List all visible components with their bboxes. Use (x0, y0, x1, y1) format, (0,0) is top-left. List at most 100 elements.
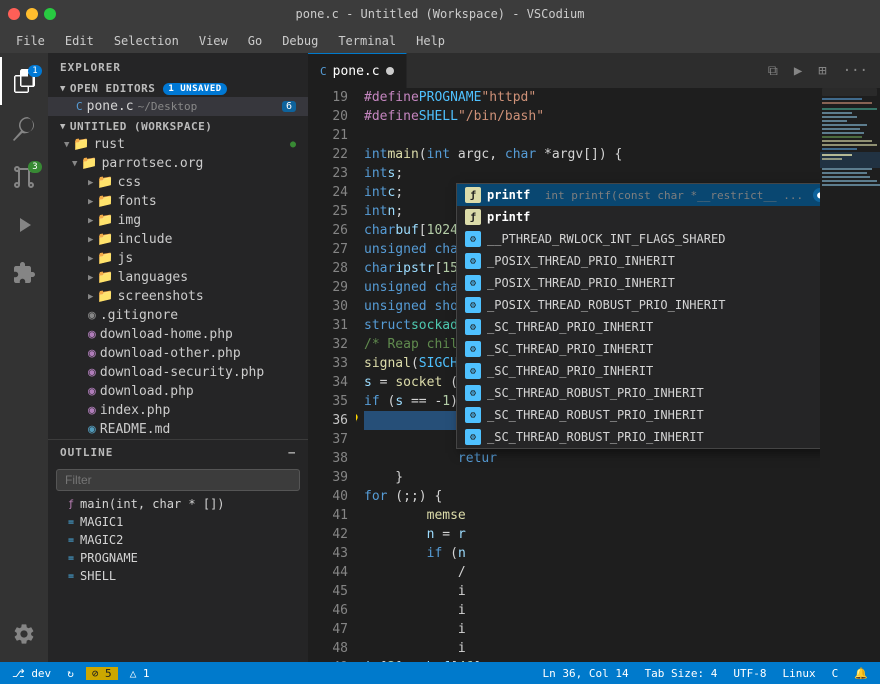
menu-debug[interactable]: Debug (274, 32, 326, 50)
menu-go[interactable]: Go (240, 32, 270, 50)
download-label: download.php (100, 384, 194, 399)
menu-help[interactable]: Help (408, 32, 453, 50)
ac-item-printf[interactable]: ƒ printf (457, 206, 820, 228)
screenshots-label: screenshots (118, 289, 204, 304)
status-notification-icon[interactable]: 🔔 (850, 667, 872, 680)
sidebar-item-parrotsec[interactable]: ▼ 📁 parrotsec.org (48, 154, 308, 173)
code-line-39: } (364, 468, 820, 487)
split-editor-icon[interactable]: ⧉ (764, 61, 782, 81)
tab-unsaved-dot (386, 67, 394, 75)
outline-header[interactable]: OUTLINE — (48, 440, 308, 465)
tab-ponec[interactable]: C pone.c (308, 53, 407, 88)
sidebar-item-languages[interactable]: ▶ 📁 languages (48, 268, 308, 287)
ac-item-posix-robust[interactable]: ⚙ _POSIX_THREAD_ROBUST_PRIO_INHERIT (457, 294, 820, 316)
outline-filter-input[interactable] (56, 469, 300, 491)
maximize-button[interactable] (44, 8, 56, 20)
sidebar-item-include[interactable]: ▶ 📁 include (48, 230, 308, 249)
sidebar-item-js[interactable]: ▶ 📁 js (48, 249, 308, 268)
layout-icon[interactable]: ⊞ (814, 61, 830, 81)
menu-selection[interactable]: Selection (106, 32, 187, 50)
status-language[interactable]: C (828, 667, 843, 680)
sidebar-item-rust[interactable]: ▼ 📁 rust ● (48, 135, 308, 154)
open-editor-file[interactable]: C pone.c ~/Desktop 6 (48, 97, 308, 116)
sidebar-item-img[interactable]: ▶ 📁 img (48, 211, 308, 230)
activity-source-control[interactable]: 3 (0, 153, 48, 201)
code-line-38: retur (364, 449, 820, 468)
ac-item-sc1[interactable]: ⚙ _SC_THREAD_PRIO_INHERIT (457, 316, 820, 338)
menu-file[interactable]: File (8, 32, 53, 50)
run-code-icon[interactable]: ▶ (790, 61, 806, 81)
ac-item-sc3[interactable]: ⚙ _SC_THREAD_PRIO_INHERIT (457, 360, 820, 382)
ln-34: 34 (308, 373, 348, 392)
ac-item-sc-robust3[interactable]: ⚙ _SC_THREAD_ROBUST_PRIO_INHERIT (457, 426, 820, 448)
ac-item-printf-sig[interactable]: ƒ printf int printf(const char *__restri… (457, 184, 820, 206)
outline-item-magic1[interactable]: = MAGIC1 (48, 513, 308, 531)
rust-badge: ● (290, 139, 296, 150)
activity-search[interactable] (0, 105, 48, 153)
outline-item-label: SHELL (80, 569, 116, 583)
ac-item-sc-robust1[interactable]: ⚙ _SC_THREAD_ROBUST_PRIO_INHERIT (457, 382, 820, 404)
sidebar-item-index[interactable]: ◉ index.php (48, 401, 308, 420)
screenshots-arrow: ▶ (88, 292, 93, 302)
activity-explorer[interactable]: 1 (0, 57, 48, 105)
img-folder-icon: 📁 (97, 213, 113, 228)
download-other-icon: ◉ (88, 346, 96, 361)
ac-text-sc3: _SC_THREAD_PRIO_INHERIT (487, 364, 653, 378)
sidebar-item-download-other[interactable]: ◉ download-other.php (48, 344, 308, 363)
minimap[interactable] (820, 88, 880, 662)
download-other-label: download-other.php (100, 346, 241, 361)
ac-item-posix1[interactable]: ⚙ _POSIX_THREAD_PRIO_INHERIT (457, 250, 820, 272)
ac-text-sc-robust1: _SC_THREAD_ROBUST_PRIO_INHERIT (487, 386, 704, 400)
ln-30: 30 (308, 297, 348, 316)
sidebar-item-download-home[interactable]: ◉ download-home.php (48, 325, 308, 344)
open-editors-section[interactable]: ▼ OPEN EDITORS 1 UNSAVED (48, 78, 308, 97)
outline-item-magic2[interactable]: = MAGIC2 (48, 531, 308, 549)
activity-run[interactable] (0, 201, 48, 249)
outline-item-shell[interactable]: = SHELL (48, 567, 308, 585)
sidebar-item-download[interactable]: ◉ download.php (48, 382, 308, 401)
editor-content[interactable]: 19 20 21 22 23 24 25 26 27 28 29 30 31 3… (308, 88, 880, 662)
sidebar-item-download-security[interactable]: ◉ download-security.php (48, 363, 308, 382)
status-tab-size[interactable]: Tab Size: 4 (641, 667, 722, 680)
workspace-section[interactable]: ▼ UNTITLED (WORKSPACE) (48, 116, 308, 135)
sidebar-item-screenshots[interactable]: ▶ 📁 screenshots (48, 287, 308, 306)
sidebar-item-readme[interactable]: ◉ README.md (48, 420, 308, 439)
status-position[interactable]: Ln 36, Col 14 (538, 667, 632, 680)
activity-extensions[interactable] (0, 249, 48, 297)
sidebar-item-gitignore[interactable]: ◉ .gitignore (48, 306, 308, 325)
status-sync[interactable]: ↻ (63, 667, 78, 680)
code-editor[interactable]: #define PROGNAME "httpd" #define SHELL "… (356, 88, 820, 662)
ln-27: 27 (308, 240, 348, 259)
status-warnings[interactable]: △ 1 (126, 667, 154, 680)
window-controls[interactable] (8, 8, 56, 20)
js-arrow: ▶ (88, 254, 93, 264)
ac-item-sc-robust2[interactable]: ⚙ _SC_THREAD_ROBUST_PRIO_INHERIT (457, 404, 820, 426)
ac-item-pthread-rwlock[interactable]: ⚙ __PTHREAD_RWLOCK_INT_FLAGS_SHARED (457, 228, 820, 250)
minimize-button[interactable] (26, 8, 38, 20)
status-branch[interactable]: ⎇ dev (8, 667, 55, 680)
ac-gear10-icon: ⚙ (465, 429, 481, 445)
outline-item-main[interactable]: ƒ main(int, char * []) (48, 495, 308, 513)
sidebar-item-fonts[interactable]: ▶ 📁 fonts (48, 192, 308, 211)
ac-item-sc2[interactable]: ⚙ _SC_THREAD_PRIO_INHERIT (457, 338, 820, 360)
outline-item-label: main(int, char * []) (80, 497, 225, 511)
window-title: pone.c - Untitled (Workspace) - VSCodium (296, 7, 585, 21)
outline-collapse-icon: — (288, 446, 296, 459)
menu-edit[interactable]: Edit (57, 32, 102, 50)
source-control-badge: 3 (28, 161, 42, 173)
ac-item-posix2[interactable]: ⚙ _POSIX_THREAD_PRIO_INHERIT (457, 272, 820, 294)
sidebar-item-css[interactable]: ▶ 📁 css (48, 173, 308, 192)
ln-40: 40 (308, 487, 348, 506)
outline-item-progname[interactable]: = PROGNAME (48, 549, 308, 567)
open-editor-unsaved: 6 (282, 101, 296, 112)
autocomplete-dropdown[interactable]: ƒ printf int printf(const char *__restri… (456, 183, 820, 449)
menu-terminal[interactable]: Terminal (330, 32, 404, 50)
close-button[interactable] (8, 8, 20, 20)
menu-view[interactable]: View (191, 32, 236, 50)
status-line-endings[interactable]: Linux (779, 667, 820, 680)
activity-settings[interactable] (0, 614, 48, 662)
status-encoding[interactable]: UTF-8 (729, 667, 770, 680)
status-errors[interactable]: ⊘ 5 (86, 667, 118, 680)
parrotsec-folder-icon: 📁 (81, 156, 97, 171)
more-actions-icon[interactable]: ··· (839, 61, 872, 81)
